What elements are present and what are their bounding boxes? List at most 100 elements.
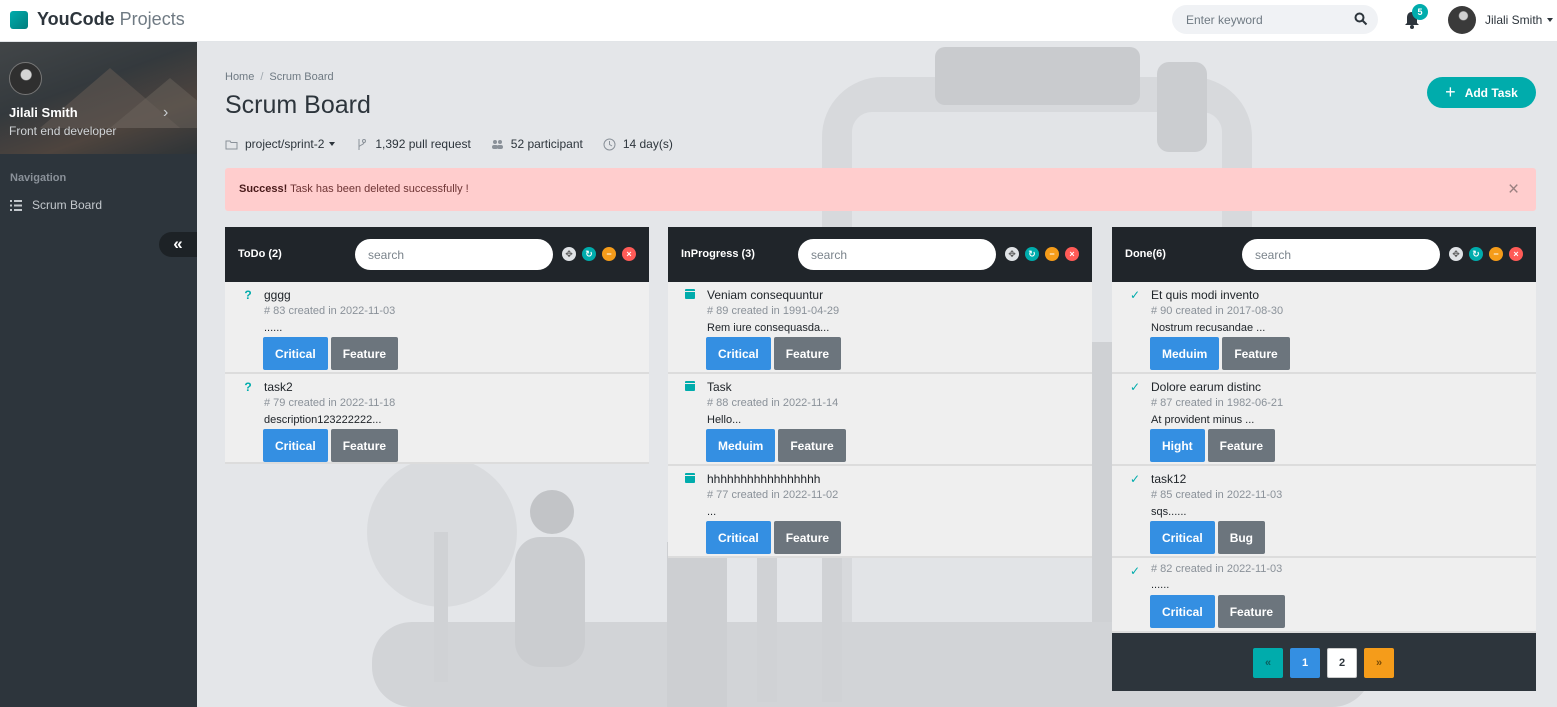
brand-name: YouCode (37, 9, 115, 29)
brand[interactable]: YouCode Projects (10, 9, 185, 30)
collapse-icon[interactable]: − (602, 247, 616, 261)
type-tag[interactable]: Feature (1222, 337, 1290, 370)
alert-strong: Success! (239, 183, 288, 195)
brand-sub: Projects (119, 9, 185, 29)
branch-dropdown[interactable]: project/sprint-2 (225, 137, 336, 151)
expand-icon[interactable]: ✥ (1005, 247, 1019, 261)
pagination-page-2[interactable]: 2 (1327, 648, 1357, 678)
task-meta: # 89 created in 1991-04-29 (707, 305, 840, 317)
participant-label: 52 participant (510, 137, 583, 151)
type-tag[interactable]: Feature (778, 429, 846, 462)
task-card[interactable]: ✓ task12 # 85 created in 2022-11-03 sqs.… (1112, 466, 1536, 558)
column-header: InProgress (3) ✥ ↻ − × (668, 227, 1092, 282)
column-search-input[interactable] (1242, 239, 1440, 270)
type-tag[interactable]: Feature (773, 337, 842, 370)
type-tag[interactable]: Feature (773, 521, 842, 554)
breadcrumb-home[interactable]: Home (225, 71, 254, 83)
pagination-last-button[interactable]: » (1364, 648, 1394, 678)
task-meta: # 90 created in 2017-08-30 (1151, 305, 1284, 317)
task-tags: Meduim Feature (1150, 337, 1293, 370)
chevron-right-icon: › (163, 104, 169, 121)
folder-icon (225, 140, 238, 149)
nav-header: Navigation (10, 172, 67, 184)
task-description: Rem iure consequasda... (707, 322, 830, 334)
column-done: Done(6) ✥ ↻ − × ✓ Et quis modi invento #… (1112, 227, 1536, 691)
priority-tag[interactable]: Critical (706, 337, 771, 370)
pagination-page-1[interactable]: 1 (1290, 648, 1320, 678)
task-card[interactable]: ? gggg # 83 created in 2022-11-03 ......… (225, 282, 649, 374)
remove-icon[interactable]: × (622, 247, 636, 261)
notification-badge: 5 (1412, 4, 1428, 20)
task-card[interactable]: Task # 88 created in 2022-11-14 Hello...… (668, 374, 1092, 466)
priority-tag[interactable]: Critical (706, 521, 771, 554)
task-description: Hello... (707, 414, 742, 426)
search-input[interactable] (1186, 5, 1346, 34)
task-tags: Meduim Feature (706, 429, 849, 462)
priority-tag[interactable]: Meduim (706, 429, 776, 462)
profile-avatar (9, 62, 42, 95)
task-title: Task (707, 380, 732, 394)
duration: 14 day(s) (603, 137, 673, 151)
reload-icon[interactable]: ↻ (582, 247, 596, 261)
expand-icon[interactable]: ✥ (1449, 247, 1463, 261)
type-tag[interactable]: Feature (1217, 595, 1286, 628)
pagination-first-button[interactable]: « (1253, 648, 1283, 678)
task-description: description123222222... (264, 414, 382, 426)
user-menu[interactable]: Jilali Smith (1448, 6, 1554, 34)
sidebar-item-scrum-board[interactable]: Scrum Board (10, 198, 102, 212)
expand-icon[interactable]: ✥ (562, 247, 576, 261)
priority-tag[interactable]: Critical (263, 429, 328, 462)
priority-tag[interactable]: Critical (1150, 521, 1215, 554)
priority-tag[interactable]: Critical (1150, 595, 1215, 628)
type-tag[interactable]: Bug (1217, 521, 1266, 554)
task-card[interactable]: ? task2 # 79 created in 2022-11-18 descr… (225, 374, 649, 464)
reload-icon[interactable]: ↻ (1469, 247, 1483, 261)
remove-icon[interactable]: × (1065, 247, 1079, 261)
task-card[interactable]: Veniam consequuntur # 89 created in 1991… (668, 282, 1092, 374)
caret-down-icon (329, 142, 336, 146)
task-tags: Critical Feature (1150, 595, 1288, 628)
task-meta: # 82 created in 2022-11-03 (1151, 563, 1283, 575)
task-meta: # 88 created in 2022-11-14 (707, 397, 839, 409)
caret-down-icon (1547, 18, 1554, 22)
column-title: InProgress (3) (681, 248, 755, 260)
column-header: ToDo (2) ✥ ↻ − × (225, 227, 649, 282)
branch-label: project/sprint-2 (245, 137, 325, 151)
pull-request-label: 1,392 pull request (375, 137, 471, 151)
priority-tag[interactable]: Critical (263, 337, 328, 370)
priority-tag[interactable]: Hight (1150, 429, 1205, 462)
profile-name: Jilali Smith (9, 105, 78, 120)
sidebar-collapse-button[interactable]: « (159, 232, 197, 257)
question-icon: ? (244, 380, 252, 394)
close-icon[interactable]: × (1508, 179, 1519, 201)
task-tags: Critical Feature (263, 337, 401, 370)
check-icon: ✓ (1129, 472, 1141, 486)
add-task-button[interactable]: + Add Task (1427, 77, 1536, 108)
alert-message: Success! Task has been deleted successfu… (239, 183, 469, 195)
participant-count: 52 participant (491, 137, 583, 151)
task-card[interactable]: ✓ # 82 created in 2022-11-03 ...... Crit… (1112, 558, 1536, 633)
remove-icon[interactable]: × (1509, 247, 1523, 261)
reload-icon[interactable]: ↻ (1025, 247, 1039, 261)
priority-tag[interactable]: Meduim (1150, 337, 1220, 370)
task-card[interactable]: ✓ Et quis modi invento # 90 created in 2… (1112, 282, 1536, 374)
task-meta: # 83 created in 2022-11-03 (264, 305, 396, 317)
type-tag[interactable]: Feature (1207, 429, 1276, 462)
type-tag[interactable]: Feature (330, 429, 399, 462)
column-search-input[interactable] (798, 239, 996, 270)
question-icon: ? (244, 288, 252, 302)
task-card[interactable]: hhhhhhhhhhhhhhhhh # 77 created in 2022-1… (668, 466, 1092, 558)
duration-label: 14 day(s) (622, 137, 673, 151)
success-alert: Success! Task has been deleted successfu… (225, 168, 1536, 211)
type-tag[interactable]: Feature (330, 337, 399, 370)
search-icon[interactable] (1354, 12, 1368, 26)
column-search-input[interactable] (355, 239, 553, 270)
task-title: hhhhhhhhhhhhhhhhh (707, 472, 821, 486)
panel-tools: ✥ ↻ − × (1005, 247, 1085, 261)
breadcrumb-separator: / (260, 71, 264, 83)
task-card[interactable]: ✓ Dolore earum distinc # 87 created in 1… (1112, 374, 1536, 466)
collapse-icon[interactable]: − (1045, 247, 1059, 261)
collapse-icon[interactable]: − (1489, 247, 1503, 261)
sidebar-profile[interactable]: Jilali Smith Front end developer › (0, 42, 197, 154)
task-title: Et quis modi invento (1151, 288, 1260, 302)
